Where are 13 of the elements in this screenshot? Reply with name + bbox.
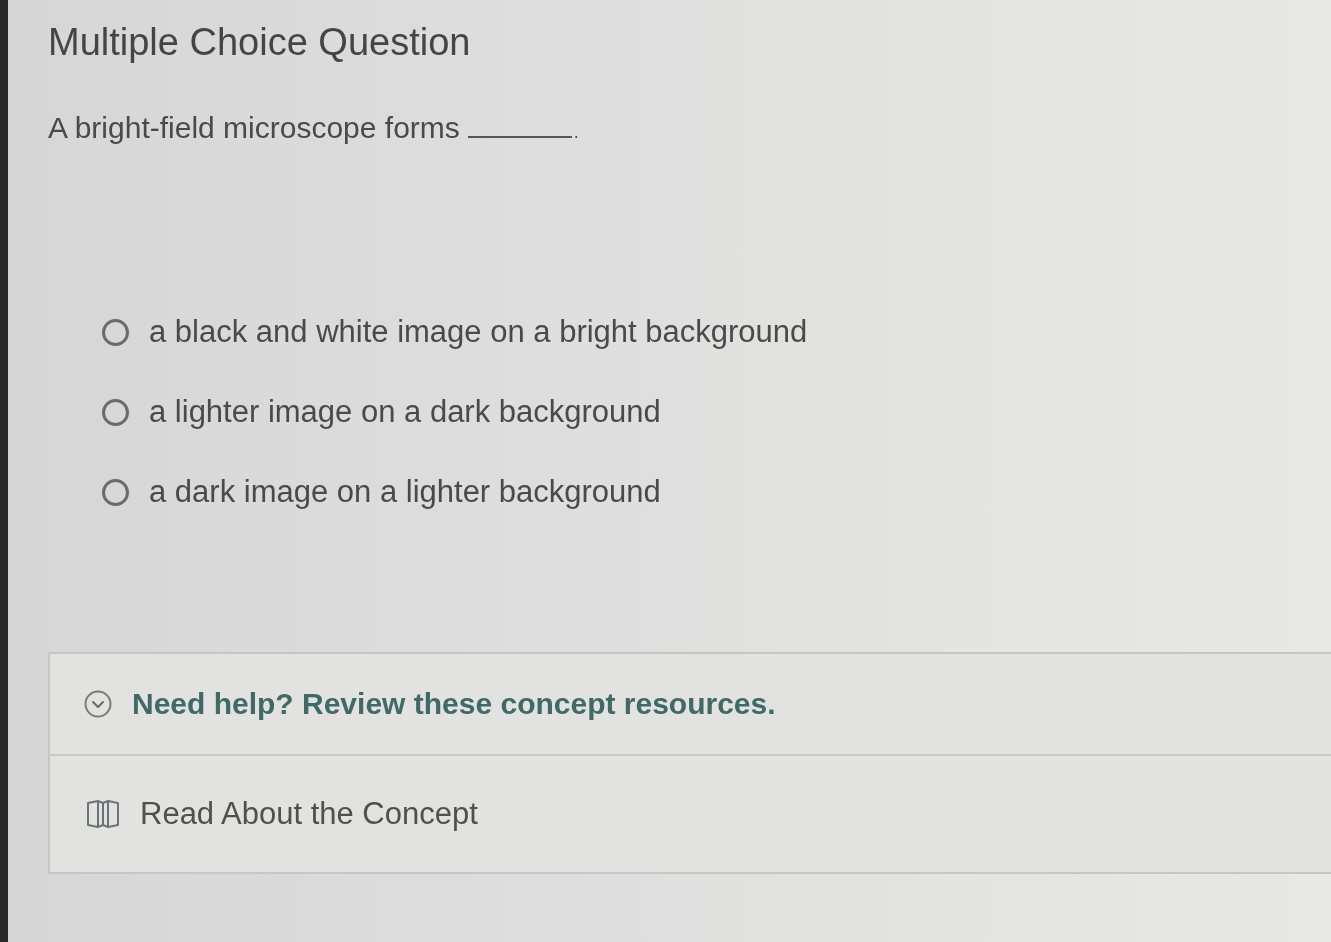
question-heading: Multiple Choice Question [48, 20, 472, 64]
concept-link[interactable]: Read About the Concept [86, 796, 478, 832]
book-icon [86, 799, 120, 829]
answer-label[interactable]: a dark image on a lighter background [149, 473, 661, 511]
radio-button[interactable] [102, 478, 129, 506]
answer-label[interactable]: a black and white image on a bright background [149, 313, 808, 351]
chevron-circle-icon [84, 690, 112, 718]
question-period: . [573, 121, 579, 144]
answer-label[interactable]: a lighter image on a dark background [149, 393, 661, 431]
help-toggle[interactable]: Need help? Review these concept resources. [50, 654, 1331, 754]
question-text: A bright-field microscope forms [48, 110, 460, 146]
radio-button[interactable] [102, 318, 129, 346]
radio-button[interactable] [102, 398, 129, 426]
